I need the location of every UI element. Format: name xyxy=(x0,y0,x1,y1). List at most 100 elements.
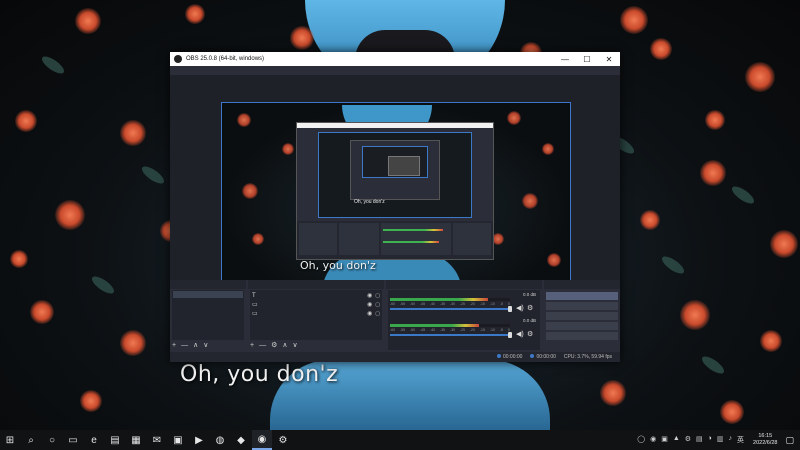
tray-icon[interactable]: ▤ xyxy=(696,435,703,445)
source-item-display-capture[interactable]: ▭ ◉ ▢ xyxy=(252,309,380,318)
lock-icon[interactable]: ▢ xyxy=(375,293,380,299)
tray-icon[interactable]: ◑ xyxy=(708,435,712,445)
flower-shape xyxy=(745,62,775,92)
volume-slider[interactable] xyxy=(390,334,510,336)
lock-icon[interactable]: ▢ xyxy=(375,311,380,317)
clock[interactable]: 16:15 2022/6/28 xyxy=(753,433,777,447)
live-time: 00:00:00 xyxy=(502,354,523,360)
speaker-icon[interactable]: ◀) xyxy=(516,304,524,312)
meter-tick-label: -50 xyxy=(409,328,416,332)
exit-button[interactable] xyxy=(546,332,618,340)
mail-icon[interactable]: ✉ xyxy=(147,430,167,450)
meter-tick-label: -5 xyxy=(499,302,503,306)
browser-icon[interactable]: ◍ xyxy=(210,430,230,450)
move-source-up-button[interactable]: ∧ xyxy=(282,341,287,351)
meter-tick-label: -30 xyxy=(449,328,455,332)
flower-shape xyxy=(600,380,626,406)
source-item-window-capture[interactable]: ▭ ◉ ▢ xyxy=(252,300,380,309)
gear-icon[interactable]: ⚙ xyxy=(527,330,533,338)
start-recording-button[interactable] xyxy=(546,302,618,310)
flower-shape xyxy=(650,38,672,60)
taskbar-apps: ▭ e ▤ ▦ ✉ ▣ ▶ ◍ ◆ ◉ ⚙ xyxy=(63,430,294,450)
tray-icon[interactable]: ◉ xyxy=(650,435,656,445)
settings-button[interactable] xyxy=(546,322,618,330)
eye-icon[interactable]: ◉ xyxy=(367,301,372,308)
file-explorer-icon[interactable]: ▤ xyxy=(105,430,125,450)
cpu-status: CPU: 3.7%, 59.94 fps xyxy=(563,354,612,360)
flower-shape xyxy=(640,210,660,230)
leaf-shape xyxy=(39,53,67,77)
move-source-down-button[interactable]: ∨ xyxy=(293,341,298,351)
flower-shape xyxy=(720,400,744,424)
meter-tick-label: -55 xyxy=(399,302,406,306)
remove-source-button[interactable]: — xyxy=(259,341,266,351)
app-orange-icon[interactable]: ◆ xyxy=(231,430,251,450)
studio-mode-button[interactable] xyxy=(546,312,618,320)
status-bar: 00:00:00 00:00:00 CPU: 3.7%, 59.94 fps xyxy=(170,352,620,362)
move-scene-up-button[interactable]: ∧ xyxy=(193,341,198,351)
tray-icon[interactable]: ▲ xyxy=(673,435,680,445)
sources-dock-header xyxy=(248,280,384,289)
tray-icons: ◯ ◉ ▣ ▲ ⚙ ▤ ◑ ▥ ♪ 英 xyxy=(637,435,749,445)
meter-tick-label: -45 xyxy=(419,328,426,332)
maximize-button[interactable]: ☐ xyxy=(576,52,598,66)
scenes-list xyxy=(172,290,244,340)
source-settings-button[interactable]: ⚙ xyxy=(271,341,277,351)
notification-icon[interactable]: ▢ xyxy=(785,435,794,446)
minimize-button[interactable]: — xyxy=(554,52,576,66)
close-button[interactable]: ✕ xyxy=(598,52,620,66)
meter-tick-label: -5 xyxy=(499,328,503,332)
search-icon[interactable]: ⌕ xyxy=(21,430,41,450)
cortana-icon[interactable]: ○ xyxy=(42,430,62,450)
flower-shape xyxy=(705,110,725,130)
steam-icon[interactable]: ⚙ xyxy=(273,430,293,450)
lock-icon[interactable]: ▢ xyxy=(375,302,380,308)
flower-shape xyxy=(492,233,504,245)
eye-icon[interactable]: ◉ xyxy=(367,292,372,299)
start-streaming-button[interactable] xyxy=(546,292,618,300)
tray-icon[interactable]: 英 xyxy=(737,435,744,445)
title-bar[interactable]: OBS 25.0.8 (64-bit, windows) — ☐ ✕ xyxy=(170,52,620,66)
tray-icon[interactable]: ▣ xyxy=(661,435,668,445)
controls-dock-header xyxy=(544,280,620,289)
scene-item[interactable] xyxy=(173,291,243,298)
flower-shape xyxy=(700,160,726,186)
eye-icon[interactable]: ◉ xyxy=(367,310,372,317)
start-button[interactable]: ⊞ xyxy=(0,430,20,450)
meter-tick-label: -25 xyxy=(459,302,465,306)
tray-icon[interactable]: ◯ xyxy=(637,435,645,445)
leaf-shape xyxy=(659,253,687,277)
source-item-text[interactable]: T ◉ ▢ xyxy=(252,291,380,300)
preview-canvas[interactable]: Oh, you don'z Oh, you don'z xyxy=(221,102,571,296)
add-source-button[interactable]: + xyxy=(250,341,254,351)
meter-tick-label: -45 xyxy=(419,302,426,306)
store-icon[interactable]: ▦ xyxy=(126,430,146,450)
wallpaper-caption: Oh, you don'z xyxy=(180,362,339,387)
tray-icon[interactable]: ♪ xyxy=(729,435,733,445)
remove-scene-button[interactable]: — xyxy=(181,341,188,351)
move-scene-down-button[interactable]: ∨ xyxy=(203,341,208,351)
add-scene-button[interactable]: + xyxy=(172,341,176,351)
nested-title-bar xyxy=(297,123,493,128)
flower-shape xyxy=(120,330,146,356)
photos-icon[interactable]: ▣ xyxy=(168,430,188,450)
gear-icon[interactable]: ⚙ xyxy=(527,304,533,312)
tray-icon[interactable]: ▥ xyxy=(717,435,724,445)
edge-icon[interactable]: e xyxy=(84,430,104,450)
media-icon[interactable]: ▶ xyxy=(189,430,209,450)
flower-shape xyxy=(80,390,102,412)
volume-slider[interactable] xyxy=(390,308,510,310)
flower-shape xyxy=(282,143,294,155)
speaker-icon[interactable]: ◀) xyxy=(516,330,524,338)
leaf-shape xyxy=(699,353,727,377)
volume-slider-knob[interactable] xyxy=(508,332,512,338)
meter-tick-label: -50 xyxy=(409,302,416,306)
display-capture-icon: ▭ xyxy=(252,311,258,317)
sources-toolbar: + — ⚙ ∧ ∨ xyxy=(250,341,303,351)
obs-icon[interactable]: ◉ xyxy=(252,430,272,450)
task-view-icon[interactable]: ▭ xyxy=(63,430,83,450)
tray-icon[interactable]: ⚙ xyxy=(685,435,691,445)
clock-date: 2022/6/28 xyxy=(753,440,778,446)
rec-status: 00:00:00 xyxy=(530,354,556,360)
volume-slider-knob[interactable] xyxy=(508,306,512,312)
